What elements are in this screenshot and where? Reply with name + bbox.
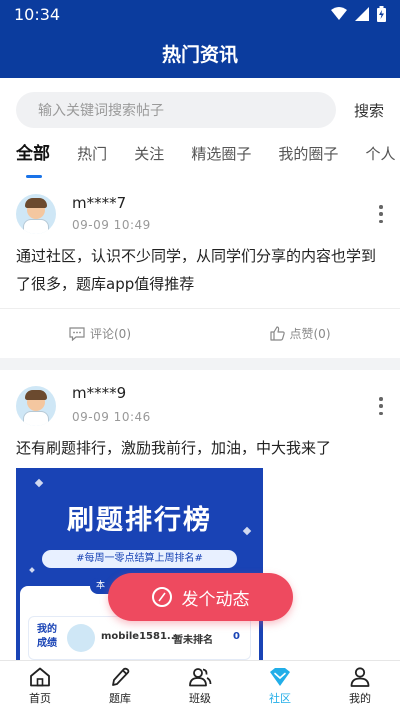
new-post-label: 发个动态	[181, 589, 250, 610]
post-username[interactable]: m****7	[72, 194, 126, 212]
profile-icon	[350, 666, 370, 687]
search-button[interactable]: 搜索	[354, 100, 384, 121]
page-header: 热门资讯	[0, 28, 400, 78]
tab-personal[interactable]: 个人	[366, 142, 396, 172]
post-time: 09-09 10:46	[72, 410, 151, 424]
score-rank: 暂未排名	[173, 635, 213, 646]
leaderboard-title: 刷题排行榜	[67, 505, 212, 536]
page-title: 热门资讯	[161, 43, 238, 66]
my-score-row: 我的成绩 mobile1581... 暂未排名 0	[28, 616, 251, 660]
more-options-icon[interactable]	[378, 397, 384, 415]
home-icon	[30, 667, 50, 686]
like-button[interactable]: 点赞(0)	[200, 309, 400, 358]
score-username: mobile1581...	[101, 631, 179, 642]
post-content[interactable]: 还有刷题排行，激励我前行，加油，中大我来了	[16, 434, 386, 462]
comment-icon	[69, 326, 85, 341]
thumbs-up-icon	[269, 326, 285, 341]
status-time: 10:34	[14, 4, 61, 24]
post-username[interactable]: m****9	[72, 384, 126, 402]
tab-featured-circles[interactable]: 精选圈子	[191, 142, 251, 172]
search-input[interactable]: 输入关键词搜索帖子	[16, 92, 336, 128]
pencil-icon	[112, 667, 130, 686]
comment-button[interactable]: 评论(0)	[0, 309, 200, 358]
post-image-leaderboard[interactable]: 刷题排行榜 #每周一零点结算上周排名# 本 我的成绩 mobile1581...…	[16, 468, 263, 660]
post-actions: 评论(0) 点赞(0)	[0, 308, 400, 358]
post-card[interactable]: m****7 09-09 10:49 通过社区，认识不少同学，从同学们分享的内容…	[0, 180, 400, 358]
avatar	[67, 624, 95, 652]
my-score-label: 我的成绩	[37, 624, 57, 649]
nav-community-label: 社区	[269, 691, 291, 705]
nav-profile[interactable]: 我的	[320, 661, 400, 711]
post-content[interactable]: 通过社区，认识不少同学，从同学们分享的内容也学到了很多，题库app值得推荐	[16, 242, 386, 298]
battery-icon	[377, 6, 386, 22]
avatar[interactable]	[16, 194, 56, 234]
leaderboard-subtitle: #每周一零点结算上周排名#	[42, 550, 237, 568]
score-value: 0	[233, 631, 240, 642]
status-bar: 10:34	[0, 0, 400, 28]
nav-question-bank[interactable]: 题库	[80, 661, 160, 711]
wifi-icon	[331, 7, 347, 20]
avatar[interactable]	[16, 386, 56, 426]
nav-home-label: 首页	[29, 691, 51, 705]
nav-profile-label: 我的	[349, 691, 371, 705]
nav-class[interactable]: 班级	[160, 661, 240, 711]
new-post-button[interactable]: 发个动态	[108, 573, 293, 621]
edit-icon	[151, 587, 172, 607]
tab-my-circles[interactable]: 我的圈子	[278, 142, 338, 172]
nav-question-bank-label: 题库	[109, 691, 131, 705]
signal-icon	[355, 7, 369, 21]
status-icons	[331, 6, 386, 22]
tab-all[interactable]: 全部	[16, 142, 50, 178]
category-tabs: 全部 热门 关注 精选圈子 我的圈子 个人	[0, 142, 400, 180]
bottom-nav: 首页 题库 班级 社区 我的	[0, 660, 400, 711]
community-icon	[270, 667, 290, 686]
group-icon	[189, 667, 212, 686]
tab-following[interactable]: 关注	[134, 142, 164, 172]
nav-class-label: 班级	[189, 691, 211, 705]
like-count: 点赞(0)	[289, 327, 331, 341]
post-time: 09-09 10:49	[72, 218, 151, 232]
comment-count: 评论(0)	[90, 327, 131, 341]
nav-community[interactable]: 社区	[240, 661, 320, 711]
tab-hot[interactable]: 热门	[77, 142, 107, 172]
more-options-icon[interactable]	[378, 205, 384, 223]
nav-home[interactable]: 首页	[0, 661, 80, 711]
search-bar: 输入关键词搜索帖子 搜索	[0, 78, 400, 142]
